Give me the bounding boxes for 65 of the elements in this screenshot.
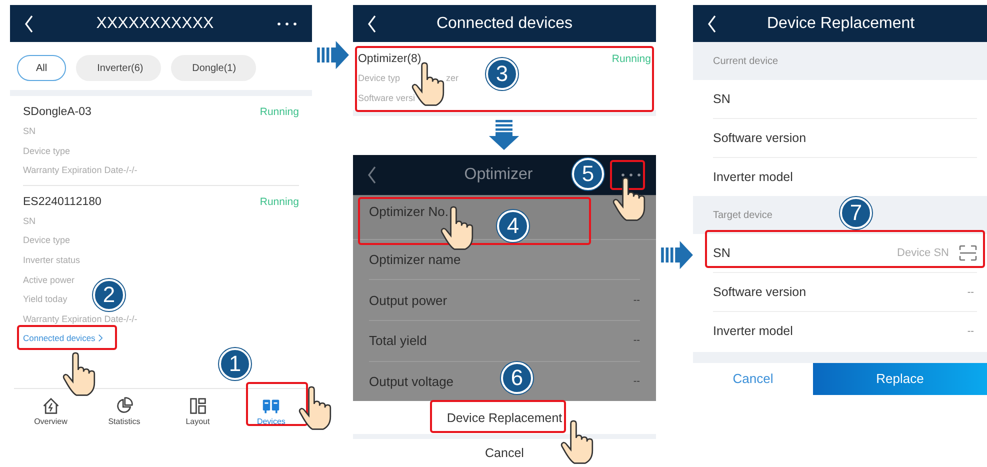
row-label: SN (712, 246, 732, 260)
row-label: SN (712, 92, 732, 106)
filter-chip[interactable]: All (17, 55, 66, 81)
screen-title: Connected devices (436, 14, 573, 32)
field-label: Inverter status (23, 254, 80, 267)
field-label: Active power (23, 274, 75, 287)
section-header: Target device (712, 210, 772, 220)
pointing-hand-icon (560, 420, 596, 465)
row-label: Inverter model (712, 170, 794, 184)
pie-chart-icon (115, 397, 134, 415)
status-text: Running (260, 106, 299, 118)
more-icon[interactable] (276, 22, 298, 26)
field-label: Device type (23, 234, 70, 248)
row-label[interactable]: Output voltage (368, 374, 454, 389)
device-name[interactable]: ES2240112180 (23, 196, 102, 208)
layout-icon (188, 397, 207, 415)
row-label: Software version (712, 285, 808, 299)
field-label: Device type (23, 144, 70, 158)
row-label: Software version (712, 131, 808, 145)
devices-icon (262, 397, 280, 415)
device-sn-field[interactable]: Device SN (877, 246, 951, 260)
nav-tab[interactable]: Layout (170, 397, 226, 426)
down-arrow-icon (488, 119, 520, 152)
replace-button[interactable]: Replace (812, 362, 987, 395)
home-icon (42, 397, 60, 415)
row-label[interactable]: Optimizer No. (368, 204, 448, 220)
field-label: Yield today (23, 293, 68, 306)
field-label: SN (23, 214, 36, 228)
pointing-hand-icon (612, 177, 648, 222)
device-name[interactable]: Optimizer(8) (358, 53, 422, 65)
row-value: -- (967, 326, 974, 336)
row-label: Inverter model (712, 324, 794, 338)
nav-tab[interactable]: Devices (244, 397, 299, 426)
section-header: Current device (712, 56, 778, 66)
field-label: Device typ (358, 72, 400, 85)
nav-tab[interactable]: Overview (23, 397, 78, 426)
row-value: -- (633, 294, 640, 306)
field-value: zer (446, 72, 459, 85)
field-label: Software versi (358, 92, 416, 105)
row-label[interactable]: Total yield (368, 333, 427, 348)
filter-chip[interactable]: Inverter(6) (76, 55, 162, 81)
filter-chip[interactable]: Dongle(1) (171, 55, 256, 81)
right-arrow-icon (316, 40, 349, 70)
connected-devices-link[interactable]: Connected devices (23, 329, 104, 348)
status-text: Running (260, 196, 299, 208)
screen-title: Optimizer (464, 166, 533, 184)
row-label[interactable]: Optimizer name (368, 252, 461, 268)
screen-title: Device Replacement (766, 14, 915, 32)
field-label: Warranty Expiration Date-/-/- (23, 164, 138, 178)
screen-title: XXXXXXXXXXX (96, 14, 214, 32)
pointing-hand-icon (62, 352, 98, 397)
scan-icon[interactable] (959, 245, 977, 261)
field-label: SN (23, 125, 36, 138)
row-value: -- (633, 335, 640, 346)
device-name[interactable]: SDongleA-03 (23, 106, 92, 118)
nav-tab[interactable]: Statistics (96, 397, 152, 426)
row-value: -- (967, 286, 974, 298)
field-label: Warranty Expiration Date-/-/- (23, 312, 138, 326)
status-text: Running (612, 53, 651, 65)
row-value: -- (633, 376, 640, 387)
chevron-icon (98, 334, 104, 342)
right-arrow-icon (660, 240, 693, 270)
row-label[interactable]: Output power (368, 292, 448, 308)
pointing-hand-icon (298, 386, 334, 431)
sheet-option[interactable]: Device Replacement (352, 401, 656, 434)
